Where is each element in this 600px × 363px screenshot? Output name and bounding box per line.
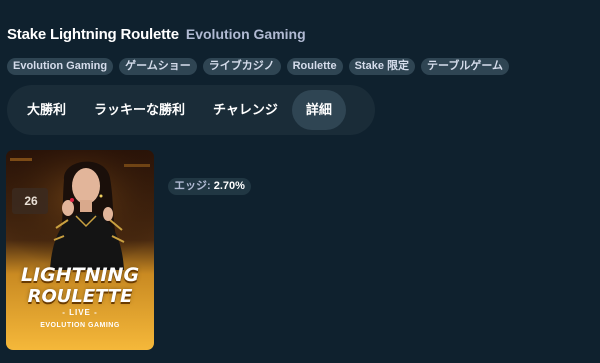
- tab-lucky-wins[interactable]: ラッキーな勝利: [80, 90, 199, 130]
- logo-line-lightning: LIGHTNING: [20, 264, 140, 286]
- logo-brand: EVOLUTION GAMING: [40, 322, 120, 329]
- tab-details[interactable]: 詳細: [291, 90, 346, 130]
- tag-game-show[interactable]: ゲームショー: [119, 58, 197, 75]
- tag-live-casino[interactable]: ライブカジノ: [202, 58, 281, 75]
- house-edge-badge: エッジ: 2.70%: [168, 178, 251, 195]
- tab-bar: 大勝利 ラッキーな勝利 チャレンジ 詳細: [7, 85, 375, 135]
- thumbnail-artwork: [6, 150, 154, 350]
- tag-evolution-gaming[interactable]: Evolution Gaming: [7, 58, 114, 75]
- logo-line-roulette: ROULETTE: [27, 286, 133, 307]
- provider-link[interactable]: Evolution Gaming: [186, 26, 306, 42]
- page-title-row: Stake Lightning Roulette Evolution Gamin…: [7, 26, 306, 43]
- tag-stake-exclusive[interactable]: Stake 限定: [348, 58, 415, 75]
- tag-roulette[interactable]: Roulette: [286, 58, 343, 75]
- tag-list: Evolution Gaming ゲームショー ライブカジノ Roulette …: [7, 58, 510, 75]
- tab-big-wins[interactable]: 大勝利: [13, 90, 80, 130]
- edge-value: 2.70%: [213, 180, 245, 192]
- sign-number: 26: [24, 194, 38, 208]
- game-thumbnail[interactable]: 26 LIGHTNING ROULETTE - LIVE - EVOLUTION…: [6, 150, 154, 350]
- game-title: Stake Lightning Roulette: [7, 26, 179, 43]
- tag-table-games[interactable]: テーブルゲーム: [421, 58, 510, 75]
- edge-label: エッジ:: [174, 180, 211, 192]
- tab-challenges[interactable]: チャレンジ: [199, 90, 292, 130]
- logo-live: - LIVE -: [62, 308, 98, 317]
